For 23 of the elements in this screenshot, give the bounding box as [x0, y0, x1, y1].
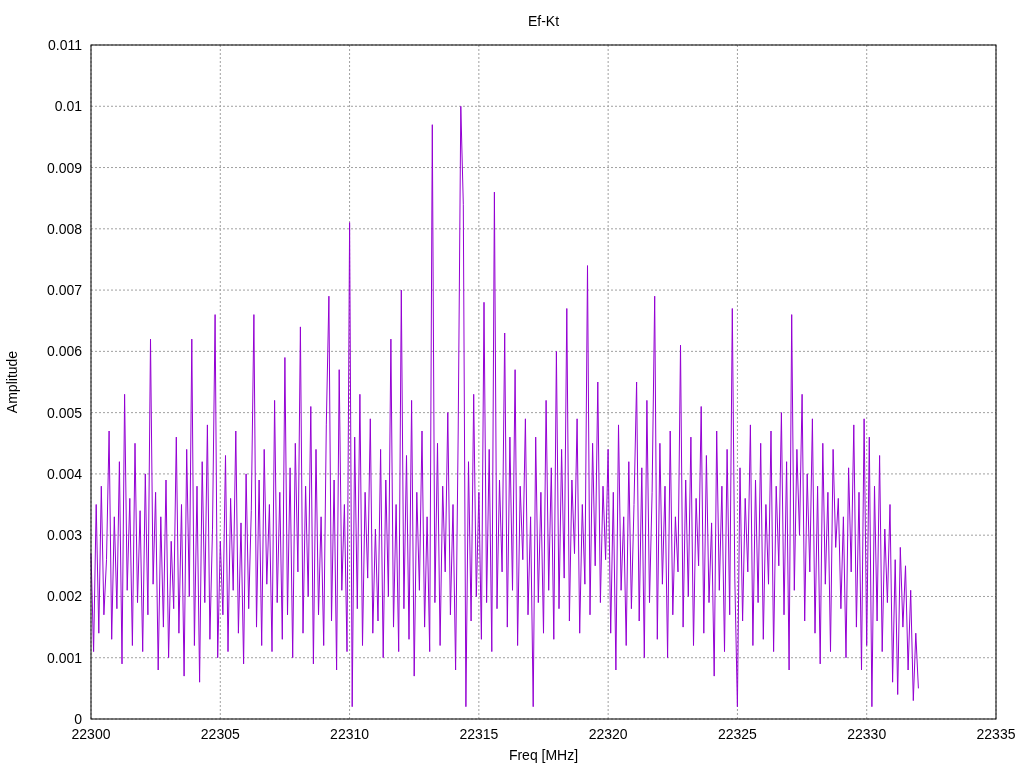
y-tick-label: 0.003 — [46, 527, 82, 544]
y-tick-label: 0.001 — [46, 649, 82, 666]
x-tick-label: 22300 — [71, 726, 111, 742]
y-tick-label: 0.002 — [46, 588, 82, 605]
x-tick-label: 22325 — [717, 726, 757, 742]
y-tick-label: 0 — [74, 711, 82, 727]
x-tick-label: 22320 — [588, 726, 628, 742]
x-tick-label: 22315 — [459, 726, 499, 742]
y-tick-label: 0.005 — [46, 404, 82, 421]
y-tick-label: 0.01 — [54, 98, 82, 115]
chart-title: Ef-Kt — [527, 13, 560, 29]
x-tick-label: 22310 — [330, 726, 370, 742]
x-tick-label: 22305 — [200, 726, 240, 742]
y-tick-label: 0.007 — [46, 282, 82, 299]
y-tick-label: 0.009 — [46, 159, 82, 176]
y-tick-label: 0.008 — [46, 220, 82, 237]
x-axis-label: Freq [MHz] — [508, 747, 579, 763]
y-tick-label: 0.004 — [46, 465, 82, 482]
y-tick-label: 0.006 — [46, 343, 82, 360]
y-axis-label: Amplitude — [4, 350, 20, 414]
x-tick-label: 22335 — [976, 726, 1016, 742]
x-tick-label: 22330 — [847, 726, 887, 742]
y-tick-label: 0.011 — [48, 37, 82, 53]
